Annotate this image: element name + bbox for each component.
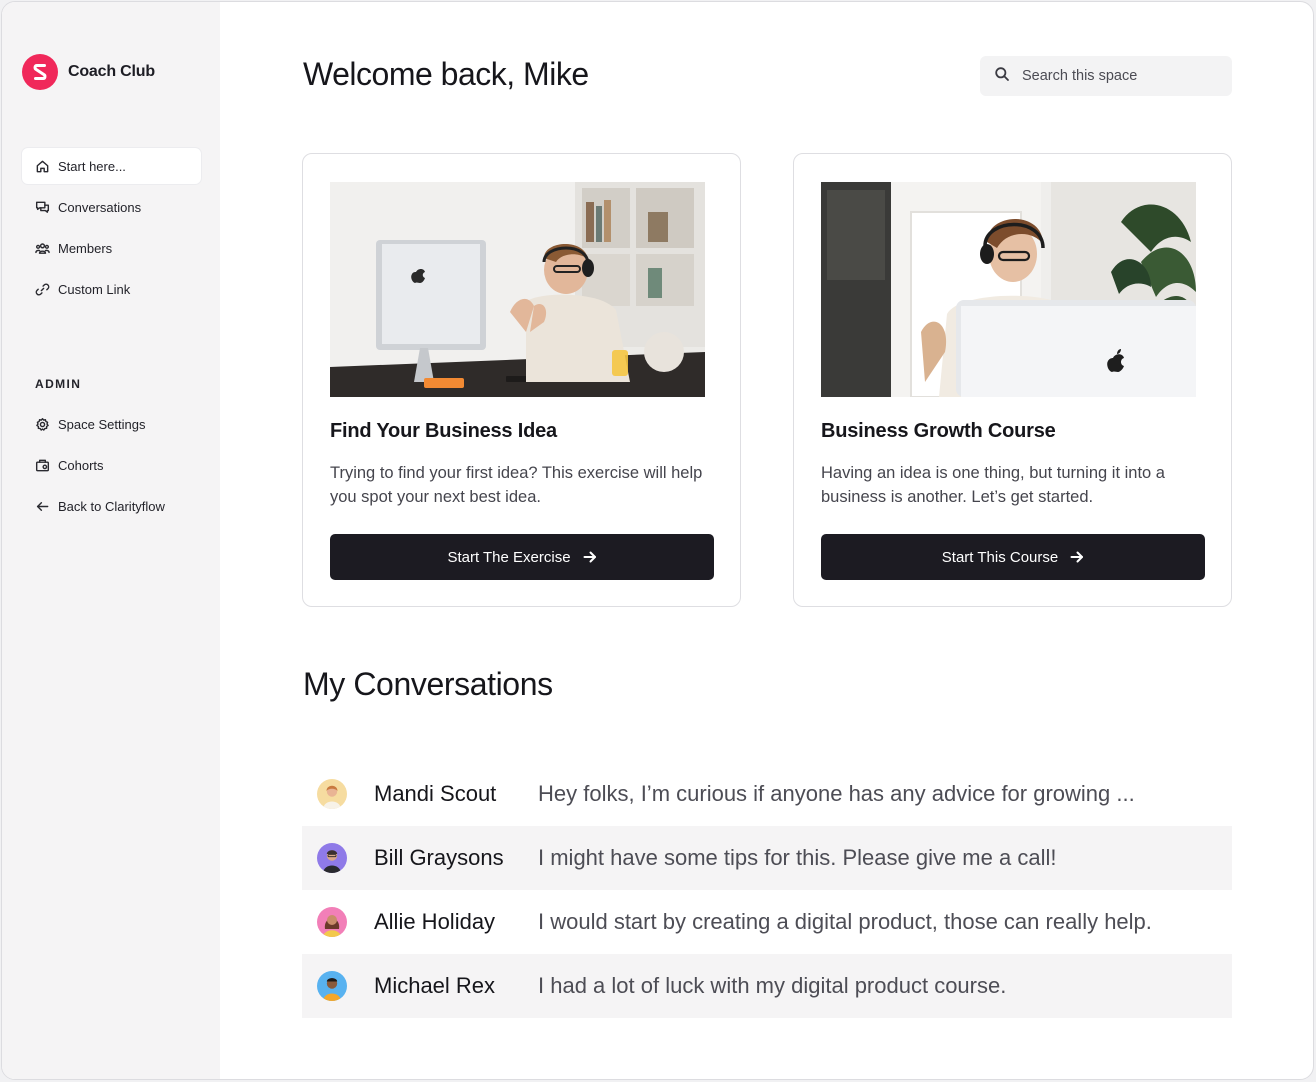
page-title: Welcome back, Mike — [303, 56, 589, 92]
sidebar-item-label: Start here... — [58, 158, 126, 174]
card-title: Business Growth Course — [821, 420, 1056, 442]
avatar — [317, 843, 347, 873]
admin-heading: ADMIN — [35, 377, 82, 391]
conversations-section-title: My Conversations — [303, 666, 553, 702]
button-label: Start This Course — [941, 548, 1059, 566]
card-photo — [330, 182, 705, 397]
start-exercise-button[interactable]: Start The Exercise — [330, 534, 714, 580]
arrow-left-icon — [34, 499, 50, 515]
arrow-right-icon — [583, 550, 597, 564]
card-description: Having an idea is one thing, but turning… — [821, 464, 1165, 506]
sidebar-item-label: Members — [58, 241, 113, 257]
avatar — [317, 779, 347, 809]
brand-name: Coach Club — [68, 63, 155, 80]
sidebar-item-conversations[interactable]: Conversations — [22, 189, 201, 225]
card-title: Find Your Business Idea — [330, 420, 557, 442]
admin-nav: Space Settings Cohorts Back to Clarityfl… — [22, 406, 201, 530]
button-label: Start The Exercise — [447, 548, 571, 566]
conversation-message: I had a lot of luck with my digital prod… — [538, 973, 1007, 998]
sidebar-item-start-here[interactable]: Start here... — [22, 148, 201, 184]
search-bar[interactable] — [980, 56, 1232, 96]
gear-icon — [34, 416, 50, 432]
cohorts-icon — [34, 457, 50, 473]
sidebar-item-members[interactable]: Members — [22, 231, 201, 267]
link-icon — [34, 282, 50, 298]
card-description: Trying to find your first idea? This exe… — [330, 464, 703, 506]
conversation-row[interactable]: Allie Holiday I would start by creating … — [302, 890, 1232, 954]
sidebar-item-label: Space Settings — [58, 416, 146, 432]
conversation-row[interactable]: Michael Rex I had a lot of luck with my … — [302, 954, 1232, 1018]
sidebar-item-cohorts[interactable]: Cohorts — [22, 447, 201, 483]
start-course-button[interactable]: Start This Course — [821, 534, 1205, 580]
brand-logo-icon — [22, 54, 58, 90]
app-window: Coach Club Start here... Conversations M… — [1, 1, 1314, 1080]
conversation-author: Bill Graysons — [374, 845, 504, 870]
main-content: Welcome back, Mike Search this space Fin… — [220, 2, 1313, 1079]
conversation-row[interactable]: Bill Graysons I might have some tips for… — [302, 826, 1232, 890]
conversation-message: Hey folks, I’m curious if anyone has any… — [538, 781, 1135, 806]
sidebar-item-back-to-clarityflow[interactable]: Back to Clarityflow — [22, 489, 201, 525]
sidebar-item-label: Conversations — [58, 199, 142, 215]
sidebar-nav: Start here... Conversations Members Cust… — [22, 148, 201, 313]
conversation-author: Michael Rex — [374, 973, 496, 998]
conversation-list: Mandi Scout Hey folks, I’m curious if an… — [302, 762, 1232, 1018]
members-icon — [34, 241, 50, 257]
home-icon — [34, 158, 50, 174]
sidebar-item-custom-link[interactable]: Custom Link — [22, 272, 201, 308]
sidebar-item-label: Custom Link — [58, 282, 131, 298]
sidebar-item-label: Back to Clarityflow — [58, 499, 165, 515]
chat-icon — [34, 199, 50, 215]
brand[interactable]: Coach Club — [22, 54, 155, 90]
sidebar-item-label: Cohorts — [58, 457, 104, 473]
search-icon — [994, 66, 1010, 87]
card-business-growth-course: Business Growth Course Having an idea is… — [793, 153, 1232, 607]
avatar — [317, 971, 347, 1001]
avatar — [317, 907, 347, 937]
sidebar-item-space-settings[interactable]: Space Settings — [22, 406, 201, 442]
search-input[interactable] — [1022, 68, 1222, 84]
conversation-author: Allie Holiday — [374, 909, 496, 934]
conversation-author: Mandi Scout — [374, 781, 497, 806]
conversation-message: I would start by creating a digital prod… — [538, 909, 1152, 934]
card-find-business-idea: Find Your Business Idea Trying to find y… — [302, 153, 741, 607]
conversation-row[interactable]: Mandi Scout Hey folks, I’m curious if an… — [302, 762, 1232, 826]
arrow-right-icon — [1070, 550, 1084, 564]
card-photo — [821, 182, 1196, 397]
conversation-message: I might have some tips for this. Please … — [538, 845, 1057, 870]
sidebar: Coach Club Start here... Conversations M… — [2, 2, 220, 1079]
